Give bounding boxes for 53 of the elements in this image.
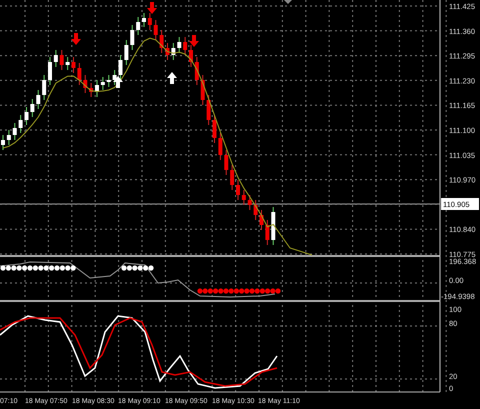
down-arrow-icon — [147, 2, 157, 14]
candle — [254, 200, 258, 220]
candle — [72, 56, 76, 74]
down-arrow-icon — [189, 35, 199, 47]
candle — [242, 190, 246, 206]
candle — [206, 94, 211, 126]
candle — [60, 50, 64, 70]
candle — [200, 74, 205, 106]
candle — [218, 132, 222, 160]
candle — [166, 42, 170, 60]
shift-marker-icon — [284, 0, 292, 4]
candle — [42, 74, 46, 100]
candle — [130, 24, 134, 50]
candle — [271, 206, 276, 246]
candle — [6, 130, 11, 146]
candle — [212, 114, 216, 144]
candle — [171, 42, 176, 60]
up-arrow-icon — [167, 72, 177, 84]
candle — [118, 54, 122, 80]
candle — [66, 56, 70, 70]
candle — [154, 20, 158, 40]
candle — [236, 180, 240, 200]
candle — [89, 82, 94, 98]
candle — [136, 16, 140, 36]
candle — [100, 76, 105, 90]
up-arrow-icon — [113, 76, 123, 88]
candle — [265, 220, 270, 246]
candle — [95, 80, 99, 98]
candle — [112, 70, 117, 86]
candle — [224, 150, 228, 176]
candle — [248, 194, 252, 210]
candle — [177, 36, 182, 54]
candle — [148, 12, 152, 30]
candle — [48, 56, 52, 86]
candle — [54, 50, 58, 68]
candle — [24, 106, 28, 126]
candle — [142, 12, 146, 28]
candle — [230, 164, 234, 190]
candle — [106, 74, 111, 88]
candle — [189, 44, 193, 68]
candle — [77, 62, 82, 86]
candle — [260, 210, 264, 230]
candle — [183, 36, 188, 56]
candle — [160, 30, 164, 54]
candle — [124, 40, 128, 66]
candle — [36, 90, 40, 110]
candle — [12, 122, 17, 140]
candle — [83, 74, 88, 94]
candle — [194, 56, 199, 86]
down-arrow-icon — [71, 33, 81, 45]
candle — [30, 98, 34, 118]
candle — [1, 134, 5, 150]
candle — [18, 114, 23, 134]
